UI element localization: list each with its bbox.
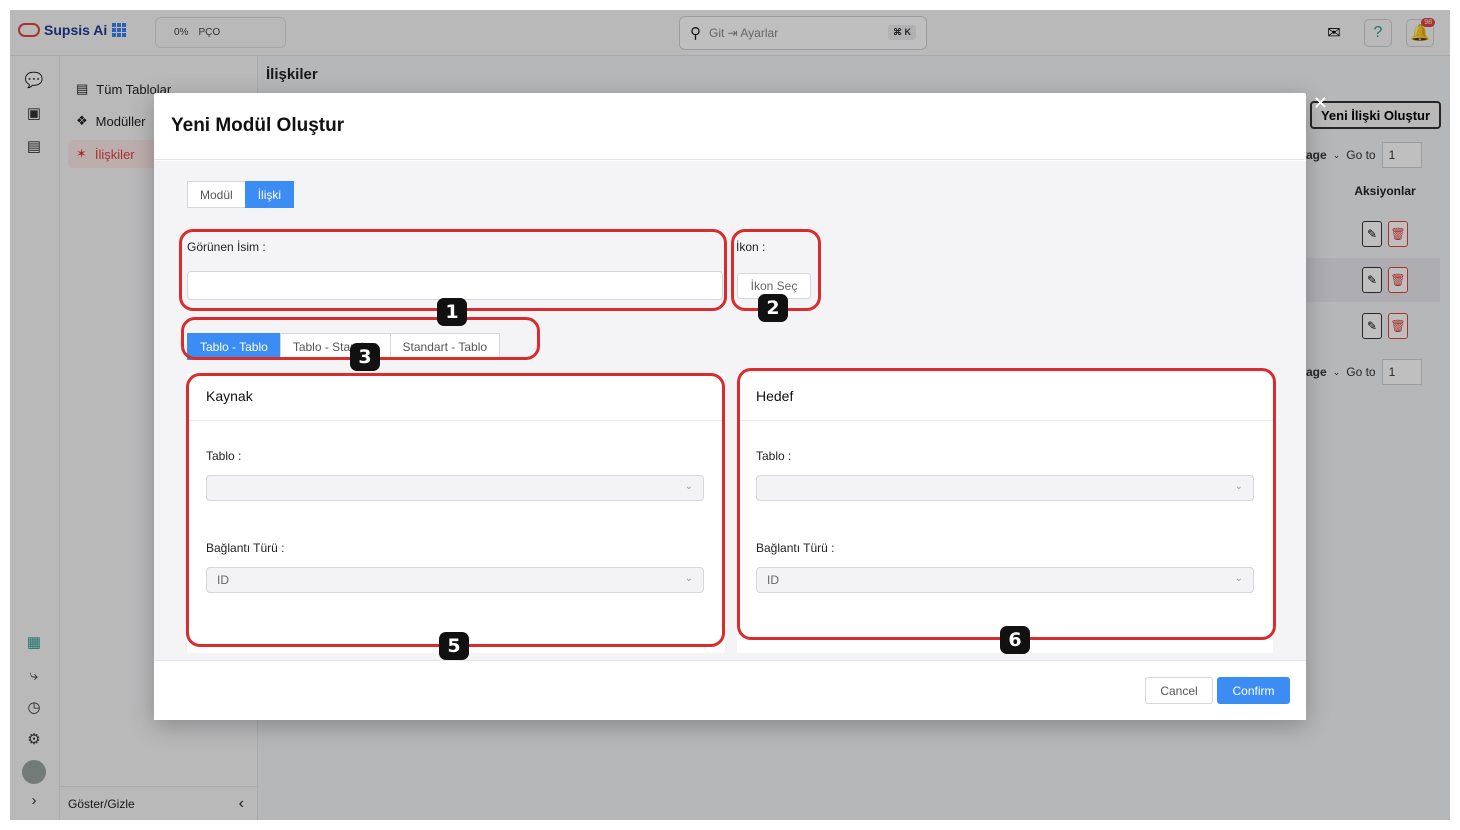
annotation-number-1: 1 — [437, 298, 467, 326]
annotation-box-5 — [186, 373, 725, 647]
mode-tabs: Modül İlişki — [187, 181, 295, 208]
tab-relation[interactable]: İlişki — [244, 181, 295, 208]
confirm-button[interactable]: Confirm — [1217, 677, 1290, 704]
annotation-box-6 — [737, 368, 1276, 640]
modal-header: Yeni Modül Oluştur — [154, 93, 1306, 160]
annotation-number-5: 5 — [439, 632, 469, 660]
modal-footer: Cancel Confirm — [154, 660, 1306, 720]
annotation-number-3: 3 — [350, 343, 380, 371]
app-window: Supsis Ai 0% PÇO ⚲ Git ⇥ Ayarlar ⌘ K ✉ ?… — [10, 10, 1450, 820]
modal-title: Yeni Modül Oluştur — [171, 115, 345, 136]
tab-module[interactable]: Modül — [187, 181, 246, 208]
annotation-number-6: 6 — [1000, 626, 1030, 654]
close-icon[interactable]: ✕ — [1313, 93, 1328, 114]
cancel-button[interactable]: Cancel — [1145, 677, 1213, 704]
annotation-number-2: 2 — [758, 294, 788, 322]
